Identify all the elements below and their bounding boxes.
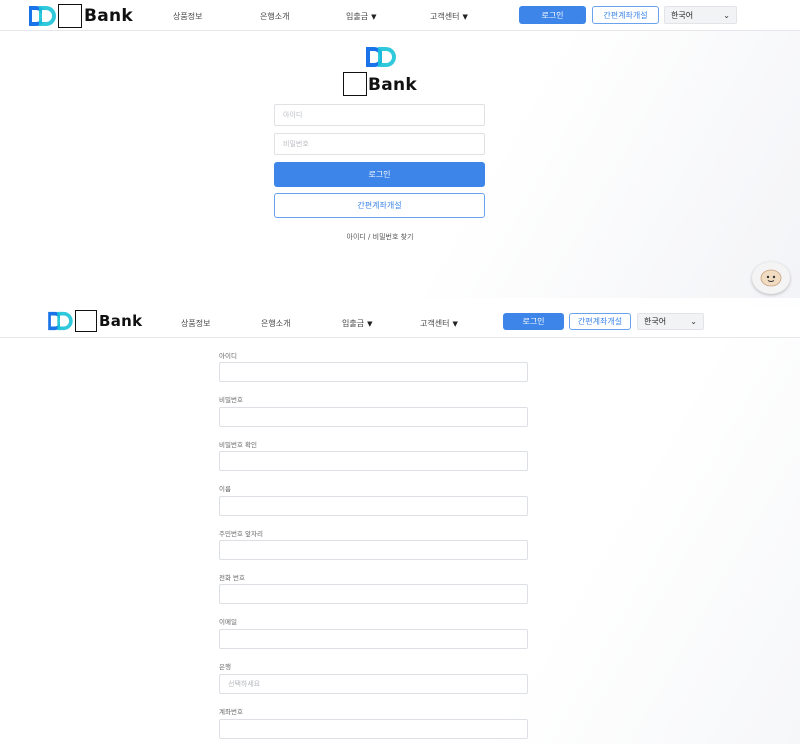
chat-bot-icon xyxy=(760,269,782,287)
language-value: 한국어 xyxy=(671,10,694,20)
menu-deposit[interactable]: 입출금 ▼ xyxy=(342,318,372,329)
field-label-name: 이름 xyxy=(219,485,231,493)
language-select[interactable]: 한국어 ⌄ xyxy=(637,313,704,330)
bank-select[interactable]: 선택하세요 xyxy=(219,674,528,694)
nav-open-account-button[interactable]: 간편계좌개설 xyxy=(592,6,659,24)
logo-text: Bank xyxy=(99,312,143,330)
dd-logo-icon xyxy=(366,47,396,67)
caret-down-icon: ▼ xyxy=(367,320,373,328)
login-button[interactable]: 로그인 xyxy=(274,162,485,187)
field-label-email: 이메일 xyxy=(219,618,237,626)
password-confirm-field[interactable] xyxy=(219,451,528,471)
menu-support-label: 고객센터 xyxy=(420,319,450,328)
menu-support[interactable]: 고객센터 ▼ xyxy=(420,318,458,329)
dd-logo-icon xyxy=(48,311,73,331)
menu-products[interactable]: 상품정보 xyxy=(173,11,202,22)
brand-logo[interactable]: Bank xyxy=(47,310,142,332)
menu-deposit-label: 입출금 xyxy=(342,319,365,328)
username-field[interactable] xyxy=(219,362,528,382)
chevron-down-icon: ⌄ xyxy=(690,317,697,326)
caret-down-icon: ▼ xyxy=(452,320,458,328)
signup-screen: Bank 상품정보 은행소개 입출금 ▼ 고객센터 ▼ 로그인 간편계좌개설 한국어… xyxy=(0,300,800,744)
field-label-username: 아이디 xyxy=(219,352,237,360)
name-field[interactable] xyxy=(219,496,528,516)
field-label-phone: 전화 번호 xyxy=(219,574,245,582)
menu-products[interactable]: 상품정보 xyxy=(181,318,210,329)
language-value: 한국어 xyxy=(644,317,667,326)
menu-support-label: 고객센터 xyxy=(430,12,460,21)
phone-field[interactable] xyxy=(219,584,528,604)
menu-deposit[interactable]: 입출금 ▼ xyxy=(346,11,376,22)
dd-logo-icon xyxy=(29,6,56,26)
logo-text: Bank xyxy=(84,6,134,26)
login-logo: Bank xyxy=(343,46,423,96)
caret-down-icon: ▼ xyxy=(371,13,377,21)
language-select[interactable]: 한국어 ⌄ xyxy=(664,6,737,24)
logo-placeholder-box xyxy=(75,310,97,332)
field-label-account-number: 계좌번호 xyxy=(219,708,243,716)
username-input[interactable]: 아이디 xyxy=(274,104,485,126)
menu-deposit-label: 입출금 xyxy=(346,12,369,21)
account-number-field[interactable] xyxy=(219,719,528,739)
menu-about[interactable]: 은행소개 xyxy=(260,11,289,22)
caret-down-icon: ▼ xyxy=(462,13,468,21)
menu-about[interactable]: 은행소개 xyxy=(261,318,290,329)
resident-number-field[interactable] xyxy=(219,540,528,560)
find-id-password-link[interactable]: 아이디 / 비밀번호 찾기 xyxy=(274,232,486,242)
top-navbar: Bank 상품정보 은행소개 입출금 ▼ 고객센터 ▼ 로그인 간편계좌개설 한국어… xyxy=(0,0,800,31)
chevron-down-icon: ⌄ xyxy=(723,10,730,20)
menu-support[interactable]: 고객센터 ▼ xyxy=(430,11,468,22)
logo-placeholder-box xyxy=(343,72,367,96)
password-field[interactable] xyxy=(219,407,528,427)
nav-login-button[interactable]: 로그인 xyxy=(519,6,586,24)
logo-placeholder-box xyxy=(58,4,82,28)
password-input[interactable]: 비밀번호 xyxy=(274,133,485,155)
field-label-password: 비밀번호 xyxy=(219,396,243,404)
login-screen: Bank 상품정보 은행소개 입출금 ▼ 고객센터 ▼ 로그인 간편계좌개설 한국어… xyxy=(0,0,800,298)
field-label-password-confirm: 비밀번호 확인 xyxy=(219,441,257,449)
open-account-button[interactable]: 간편계좌개설 xyxy=(274,193,485,218)
chat-bot-button[interactable] xyxy=(752,262,790,294)
email-field[interactable] xyxy=(219,629,528,649)
field-label-bank: 은행 xyxy=(219,663,231,671)
top-navbar: Bank 상품정보 은행소개 입출금 ▼ 고객센터 ▼ 로그인 간편계좌개설 한국어… xyxy=(0,306,800,338)
field-label-resident-number: 주민번호 앞자리 xyxy=(219,530,263,538)
brand-logo[interactable]: Bank xyxy=(28,4,133,28)
logo-text: Bank xyxy=(368,75,418,95)
nav-open-account-button[interactable]: 간편계좌개설 xyxy=(569,313,631,330)
nav-login-button[interactable]: 로그인 xyxy=(503,313,564,330)
